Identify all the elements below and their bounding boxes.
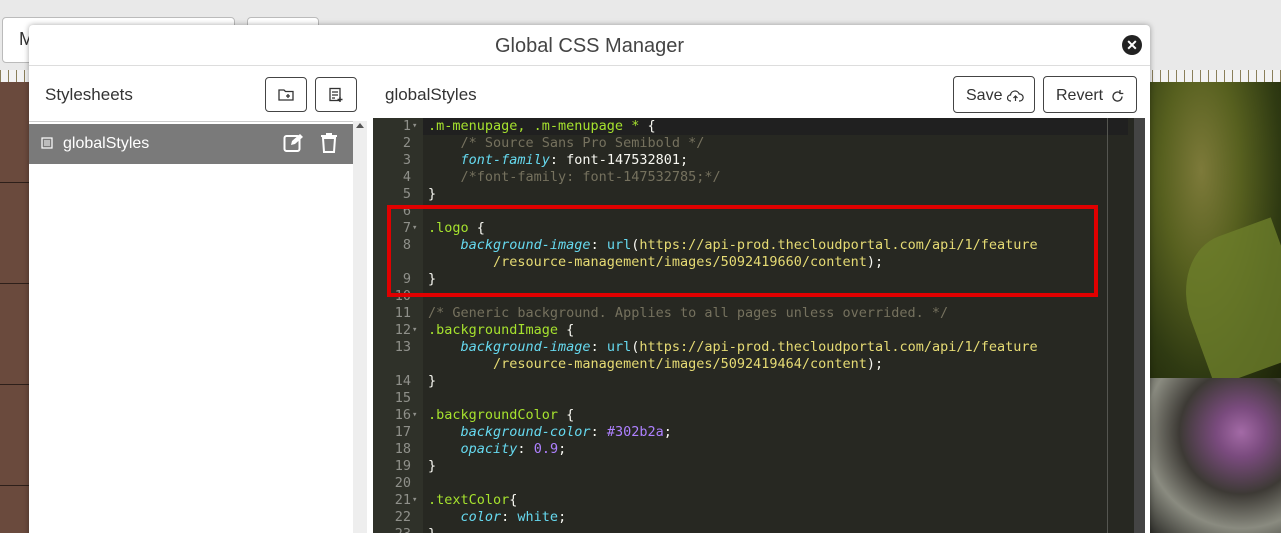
background-photo-flower (1148, 378, 1281, 533)
document-icon (41, 137, 53, 149)
fold-arrow-icon[interactable]: ▾ (412, 322, 417, 339)
revert-button[interactable]: Revert (1043, 76, 1137, 113)
editor-title: globalStyles (385, 85, 477, 104)
code-line[interactable]: 22 color: white; (373, 509, 1145, 526)
code-text: font-family: font-147532801; (460, 152, 689, 168)
file-add-icon (329, 87, 343, 102)
new-folder-button[interactable] (265, 77, 307, 112)
code-line[interactable]: 23} (373, 526, 1145, 533)
code-line[interactable]: 19} (373, 458, 1145, 475)
stylesheet-item-label: globalStyles (63, 135, 150, 152)
line-number: 20 (394, 475, 411, 491)
stylesheet-list-scrollbar[interactable] (353, 121, 367, 533)
dialog-header: Global CSS Manager ✕ (29, 25, 1150, 66)
code-line[interactable]: 2 /* Source Sans Pro Semibold */ (373, 135, 1145, 152)
code-line[interactable]: 16 ▾ .backgroundColor { (373, 407, 1145, 424)
code-text: } (428, 458, 437, 474)
line-number: 13 (394, 339, 411, 355)
code-text: } (428, 526, 436, 533)
editor-scrollbar[interactable] (1134, 118, 1145, 533)
line-number: 4 (402, 169, 411, 185)
code-line[interactable]: 1 ▾ .m-menupage, .m-menupage * { (373, 118, 1145, 135)
line-number: 12 (394, 322, 411, 338)
line-number: 14 (394, 373, 411, 389)
code-text: } (428, 186, 437, 202)
highlight-box (387, 205, 1098, 297)
background-photo-leaves (1148, 82, 1281, 378)
code-text: } (428, 373, 437, 389)
code-text: .m-menupage, .m-menupage * { (428, 118, 656, 134)
code-text: opacity: 0.9; (460, 441, 567, 457)
new-stylesheet-button[interactable] (315, 77, 357, 112)
fold-arrow-icon[interactable]: ▾ (412, 407, 417, 424)
cloud-upload-icon (1007, 90, 1024, 102)
code-editor[interactable]: 1 ▾ .m-menupage, .m-menupage * {2 /* Sourc… (373, 118, 1145, 533)
stylesheet-list: globalStyles (29, 121, 353, 533)
line-number: 21 (394, 492, 411, 508)
code-line[interactable]: 3 font-family: font-147532801; (373, 152, 1145, 169)
code-text: /* Source Sans Pro Semibold */ (428, 135, 705, 151)
stylesheets-pane: Stylesheets globalStyles (29, 67, 357, 533)
save-button-label: Save (966, 87, 1003, 104)
trash-icon[interactable] (320, 133, 338, 153)
line-number: 17 (394, 424, 411, 440)
revert-button-label: Revert (1056, 87, 1104, 104)
code-text: background-image: url(https://api-prod.t… (460, 339, 1038, 355)
line-number: 23 (373, 526, 411, 533)
fold-arrow-icon[interactable]: ▾ (412, 118, 417, 135)
line-number: 18 (394, 441, 411, 457)
code-text: /*font-family: font-147532785;*/ (428, 169, 721, 185)
code-line[interactable]: 13 background-image: url(https://api-pro… (373, 339, 1145, 356)
code-text: color: white; (460, 509, 567, 525)
code-line[interactable]: 4 /*font-family: font-147532785;*/ (373, 169, 1145, 186)
code-text: .textColor{ (428, 492, 518, 508)
line-number: 22 (394, 509, 411, 525)
fold-arrow-icon[interactable]: ▾ (412, 492, 417, 509)
code-line[interactable]: 14} (373, 373, 1145, 390)
code-text: /* Generic background. Applies to all pa… (428, 305, 949, 321)
code-text: background-color: #302b2a; (460, 424, 672, 440)
code-line[interactable]: 20 (373, 475, 1145, 492)
line-number: 15 (394, 390, 411, 406)
code-line[interactable]: 5} (373, 186, 1145, 203)
stylesheet-item[interactable]: globalStyles (29, 124, 353, 164)
save-button[interactable]: Save (953, 76, 1035, 113)
code-line[interactable]: 15 (373, 390, 1145, 407)
close-icon[interactable]: ✕ (1122, 35, 1142, 55)
scroll-up-icon[interactable] (356, 123, 364, 128)
line-number: 19 (394, 458, 411, 474)
code-line[interactable]: 12 ▾ .backgroundImage { (373, 322, 1145, 339)
folder-add-icon (278, 89, 294, 101)
code-line[interactable]: 18 opacity: 0.9; (373, 441, 1145, 458)
stylesheets-title: Stylesheets (45, 85, 133, 104)
background-canvas (0, 82, 30, 533)
refresh-icon (1112, 90, 1124, 102)
code-text: /resource-management/images/5092419464/c… (428, 356, 884, 372)
line-number: 3 (402, 152, 411, 168)
dialog-title: Global CSS Manager (495, 35, 684, 57)
code-line[interactable]: 21 ▾ .textColor{ (373, 492, 1145, 509)
line-number: 11 (394, 305, 411, 321)
code-line[interactable]: /resource-management/images/5092419464/c… (373, 356, 1145, 373)
code-line[interactable]: 11 /* Generic background. Applies to all … (373, 305, 1145, 322)
code-line[interactable]: 17 background-color: #302b2a; (373, 424, 1145, 441)
code-text: .backgroundColor { (428, 407, 575, 423)
line-number: 16 (394, 407, 411, 423)
line-number: 5 (402, 186, 411, 202)
code-text: .backgroundImage { (428, 322, 575, 338)
edit-icon[interactable] (283, 133, 303, 153)
line-number: 1 (402, 118, 411, 134)
line-number: 2 (402, 135, 411, 151)
